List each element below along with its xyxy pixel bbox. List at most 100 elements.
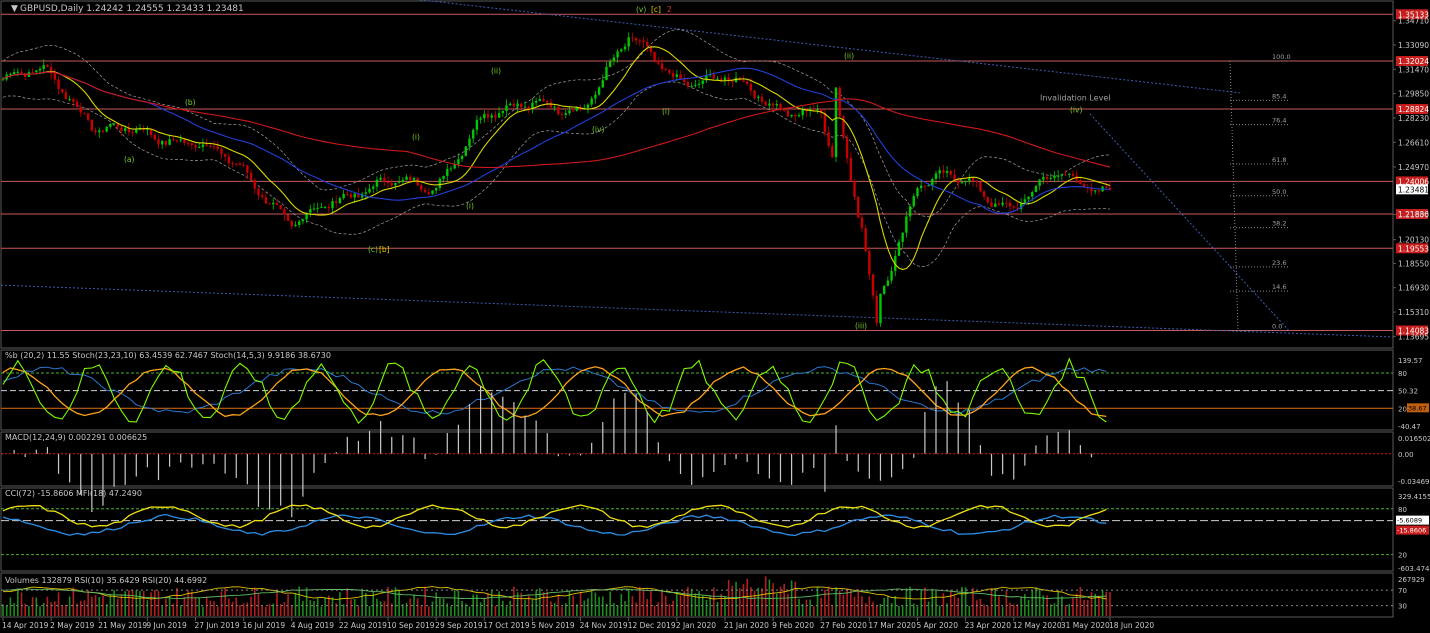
candle-body (664, 69, 667, 71)
candle-body (1053, 175, 1056, 179)
macd-histogram-bar (613, 398, 615, 454)
candle-body (557, 106, 560, 115)
candle-body (1012, 206, 1015, 208)
volume-bar (128, 590, 130, 616)
price-tick-label: 1.20130 (1398, 236, 1429, 245)
volume-bar (161, 606, 164, 616)
volume-bar (202, 606, 204, 616)
volume-bar (539, 588, 541, 616)
volume-bar (61, 605, 64, 616)
volume-bar (305, 587, 308, 616)
candle-body (101, 130, 105, 132)
date-label: 5 Apr 2020 (916, 621, 958, 630)
trading-chart[interactable]: 1.351331.320241.288241.240061.218361.195… (0, 0, 1430, 633)
macd-histogram-bar (957, 402, 959, 454)
volume-bar (1098, 595, 1100, 616)
candle-body (490, 115, 493, 118)
macd-histogram-bar (435, 453, 437, 455)
volume-bar (20, 592, 23, 616)
level-label: 1.28824 (1398, 105, 1429, 114)
candle-body (286, 214, 290, 221)
candle-body (20, 71, 23, 74)
candle-body (268, 203, 271, 205)
candle-body (98, 130, 101, 133)
candle-body (105, 126, 108, 132)
stochastic-panel[interactable]: 139.57 80 50.32 20 -40.47 38.67 %b (20,2) 11.… (1, 351, 1429, 431)
volume-bar (457, 590, 460, 616)
candle-body (12, 72, 16, 74)
cci-value-tag: -5.6089 (1397, 517, 1422, 525)
macd-histogram-bar (746, 453, 748, 462)
volume-bar (757, 587, 760, 616)
candle-body (516, 103, 519, 107)
macd-histogram-bar (946, 381, 948, 454)
price-tick-label: 1.28230 (1398, 114, 1429, 123)
candle-body (1034, 185, 1038, 193)
cci-mfi-panel[interactable]: 329.4155 80 20 -603.4746 -5.6089 -15.8606 CCI… (1, 489, 1430, 573)
candle-body (753, 90, 756, 98)
price-tick-label: 1.31470 (1398, 65, 1429, 74)
volume-bar (168, 595, 171, 616)
candle-body (64, 92, 68, 100)
volume-bar (531, 599, 534, 616)
candle-body (172, 139, 175, 141)
dropdown-triangle-icon[interactable]: ▼ (11, 4, 18, 14)
macd-histogram-bar (324, 453, 326, 463)
macd-histogram-bar (779, 453, 782, 483)
candle-body (346, 193, 349, 195)
macd-histogram-bar (357, 440, 360, 454)
volume-bar (875, 605, 878, 616)
candle-body (690, 85, 693, 87)
volume-bar (1064, 605, 1067, 616)
wave-label-v_top_num: 2 (667, 5, 672, 14)
macd-histogram-bar (380, 420, 382, 454)
candle-body (908, 206, 912, 217)
macd-panel[interactable]: 0.016502 0.00 -0.034699 MACD(12,24,9) 0.00… (1, 381, 1430, 518)
candle-body (646, 41, 649, 47)
trendlines (0, 0, 1394, 338)
volume-bar (46, 596, 49, 616)
candle-body (368, 188, 371, 193)
candle-body (960, 182, 964, 184)
volume-bar (183, 596, 186, 616)
volume-bar (346, 588, 349, 616)
volume-bar (24, 603, 27, 616)
candle-body (538, 99, 542, 101)
macd-histogram-bar (346, 436, 348, 454)
date-label: 10 Sep 2019 (387, 621, 435, 630)
wave-label-ii_cov: (ii) (844, 51, 854, 60)
candle-body (875, 295, 878, 324)
fib-level-label: 85.4 (1272, 92, 1286, 100)
volume-bar (187, 590, 189, 616)
volume-rsi-panel[interactable]: 267929 70 30 Volumes 132879 RSI(10) 35.642… (1, 576, 1425, 616)
volume-bar (931, 588, 934, 616)
candle-body (257, 188, 260, 196)
candle-body (723, 77, 727, 80)
candle-body (468, 138, 471, 147)
volume-bar (990, 588, 993, 616)
candle-body (153, 134, 156, 140)
volume-bar (772, 583, 774, 616)
candle-body (931, 179, 934, 186)
candle-body (442, 175, 445, 179)
cci-tick-label: 329.4155 (1398, 493, 1430, 501)
level-label: 1.19553 (1398, 244, 1429, 253)
volume-bar (135, 590, 138, 616)
volume-bar (150, 592, 152, 616)
volume-bar (764, 576, 767, 616)
volume-bar (924, 587, 926, 616)
candle-body (1001, 202, 1004, 205)
volume-bar (250, 596, 252, 616)
candle-body (797, 115, 801, 117)
current-price-label: 1.23481 (1398, 185, 1429, 194)
candle-body (412, 178, 416, 181)
candle-body (782, 109, 786, 111)
candle-body (897, 241, 901, 256)
price-panel[interactable]: 1.351331.320241.288241.240061.218361.195… (0, 0, 1429, 341)
macd-histogram-bar (157, 453, 160, 481)
volume-bar (594, 592, 597, 616)
macd-histogram-bar (91, 453, 93, 513)
volume-bar (324, 597, 326, 616)
candle-body (1042, 176, 1045, 180)
candle-body (446, 169, 449, 176)
